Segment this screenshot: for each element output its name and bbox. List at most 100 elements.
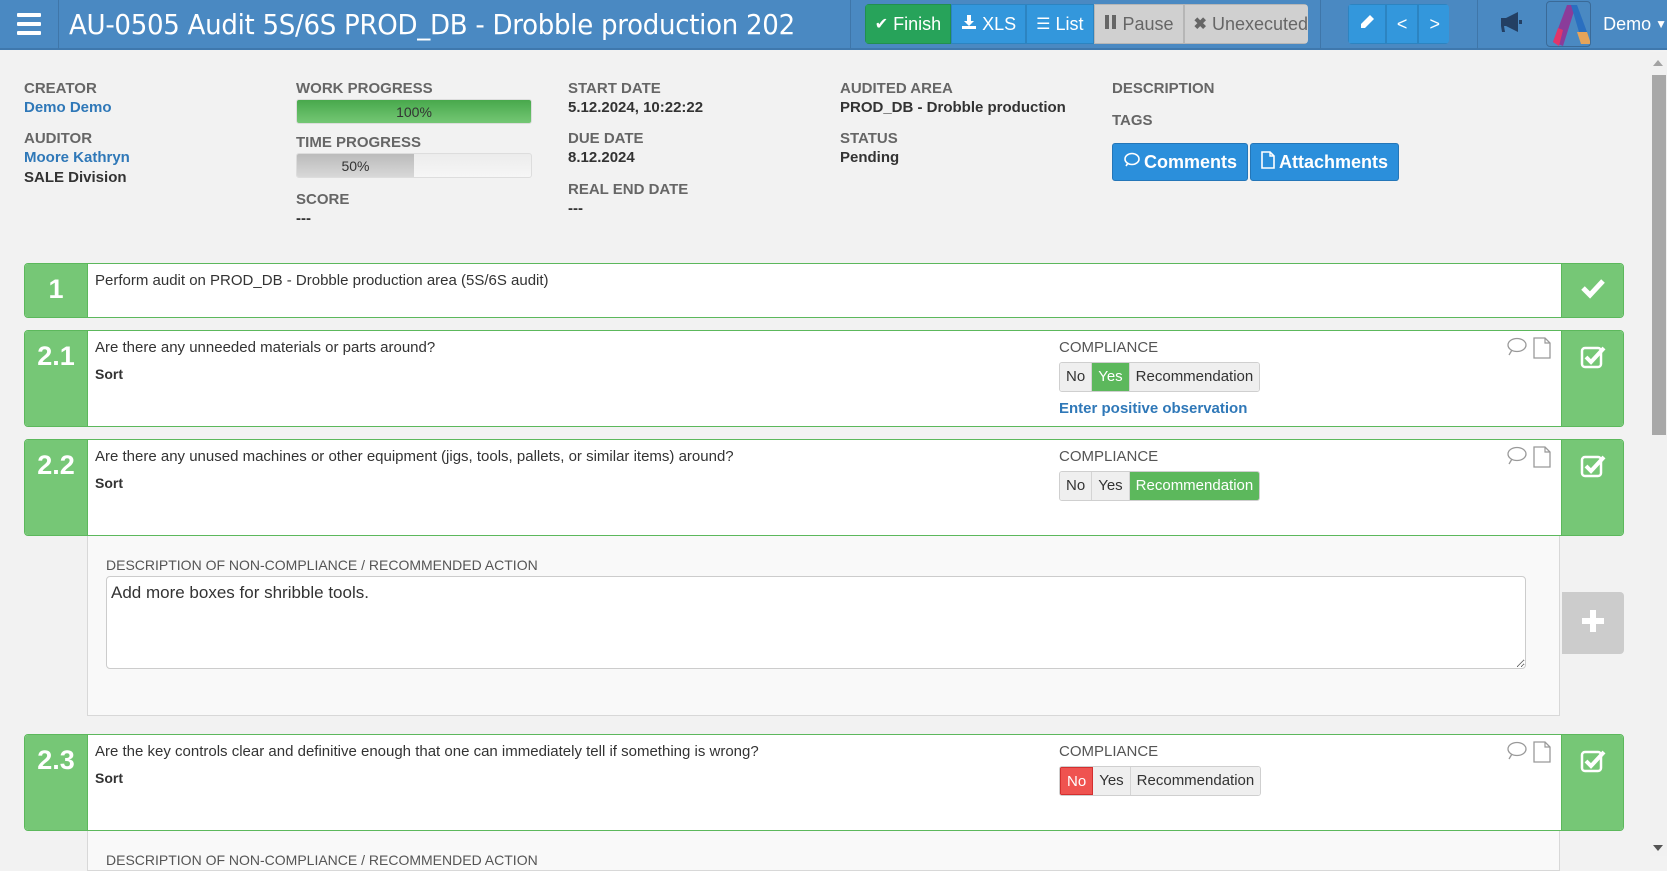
pause-icon <box>1104 14 1118 35</box>
creator-link[interactable]: Demo Demo <box>24 98 130 118</box>
real-end-date-value: --- <box>568 200 583 217</box>
option-no[interactable]: No <box>1060 472 1093 500</box>
edit-button[interactable] <box>1347 4 1386 44</box>
option-yes[interactable]: Yes <box>1093 767 1131 795</box>
file-icon[interactable] <box>1533 446 1551 473</box>
compliance-options: No Yes Recommendation <box>1059 471 1261 501</box>
task-text: Are the key controls clear and definitiv… <box>95 743 759 760</box>
non-compliance-label: DESCRIPTION OF NON-COMPLIANCE / RECOMMEN… <box>106 557 538 573</box>
option-no[interactable]: No <box>1060 363 1093 391</box>
checkbox-checked-icon <box>1580 749 1606 830</box>
option-yes[interactable]: Yes <box>1092 472 1130 500</box>
complete-toggle[interactable] <box>1561 331 1623 426</box>
attachments-button[interactable]: Attachments <box>1250 143 1400 181</box>
file-icon[interactable] <box>1533 337 1551 364</box>
next-button[interactable]: > <box>1418 4 1449 44</box>
scroll-up-arrow[interactable] <box>1653 60 1663 66</box>
task-row: 1 Perform audit on PROD_DB - Drobble pro… <box>24 263 1624 318</box>
checkbox-checked-icon <box>1580 345 1606 426</box>
tags-label: TAGS <box>1112 112 1153 129</box>
task-category: Sort <box>95 475 123 491</box>
complete-toggle[interactable] <box>1561 264 1623 317</box>
score-value: --- <box>296 210 311 227</box>
comment-icon[interactable] <box>1505 446 1527 473</box>
attachments-label: Attachments <box>1279 151 1389 172</box>
pause-button[interactable]: Pause <box>1093 4 1184 44</box>
scroll-down-arrow[interactable] <box>1653 845 1663 851</box>
start-date-value: 5.12.2024, 10:22:22 <box>568 99 704 116</box>
check-icon <box>1580 277 1606 304</box>
file-icon <box>1261 150 1275 174</box>
audit-actions: ✔ Finish XLS ☰ List Pause ✖ Unexecuted <box>864 4 1308 44</box>
unexecuted-button[interactable]: ✖ Unexecuted <box>1183 4 1308 44</box>
menu-button[interactable] <box>0 0 59 49</box>
task-category: Sort <box>95 770 123 786</box>
compliance-options: No Yes Recommendation <box>1059 766 1262 796</box>
auditor-label: AUDITOR <box>24 130 93 147</box>
task-number: 1 <box>25 264 88 317</box>
due-date-label: DUE DATE <box>568 130 644 147</box>
option-recommendation[interactable]: Recommendation <box>1129 472 1260 500</box>
previous-button[interactable]: < <box>1385 4 1419 44</box>
pause-label: Pause <box>1122 13 1174 34</box>
xls-export-button[interactable]: XLS <box>951 4 1027 44</box>
add-action-button[interactable] <box>1562 592 1624 654</box>
option-recommendation[interactable]: Recommendation <box>1129 363 1260 391</box>
pencil-icon <box>1359 14 1375 35</box>
description-label: DESCRIPTION <box>1112 80 1215 97</box>
status-value: Pending <box>840 149 900 166</box>
comment-icon <box>1123 152 1140 173</box>
time-progress-bar: 50% <box>296 153 532 178</box>
time-progress-label: TIME PROGRESS <box>296 134 422 151</box>
list-button[interactable]: ☰ List <box>1026 4 1094 44</box>
work-progress-bar: 100% <box>296 99 532 124</box>
auditor-division: SALE Division <box>24 169 127 186</box>
task-category: Sort <box>95 366 123 382</box>
x-icon: ✖ <box>1193 16 1207 33</box>
file-icon[interactable] <box>1533 741 1551 768</box>
compliance-label: COMPLIANCE <box>1059 448 1159 465</box>
compliance-label: COMPLIANCE <box>1059 743 1159 760</box>
user-menu[interactable]: Demo ▼ <box>1603 14 1667 35</box>
scrollbar[interactable] <box>1650 52 1667 856</box>
option-yes[interactable]: Yes <box>1092 363 1130 391</box>
user-name: Demo <box>1603 13 1652 34</box>
megaphone-icon <box>1499 11 1525 38</box>
option-recommendation[interactable]: Recommendation <box>1130 767 1261 795</box>
task-row: 2.2 Are there any unused machines or oth… <box>24 439 1624 536</box>
time-progress-text: 50% <box>341 158 370 174</box>
real-end-date-label: REAL END DATE <box>568 181 689 198</box>
non-compliance-panel: DESCRIPTION OF NON-COMPLIANCE / RECOMMEN… <box>87 831 1560 871</box>
task-text: Are there any unneeded materials or part… <box>95 339 436 356</box>
non-compliance-textarea[interactable] <box>106 576 1526 669</box>
divider <box>1319 0 1321 49</box>
list-label: List <box>1055 13 1084 34</box>
compliance-control: COMPLIANCE No Yes Recommendation Enter p… <box>1059 339 1261 417</box>
caret-down-icon: ▼ <box>1655 17 1667 31</box>
non-compliance-panel: DESCRIPTION OF NON-COMPLIANCE / RECOMMEN… <box>87 536 1560 716</box>
comments-button[interactable]: Comments <box>1112 143 1249 181</box>
complete-toggle[interactable] <box>1561 440 1623 535</box>
non-compliance-label: DESCRIPTION OF NON-COMPLIANCE / RECOMMEN… <box>106 852 538 868</box>
check-icon: ✔ <box>874 16 889 33</box>
scroll-thumb[interactable] <box>1652 75 1666 435</box>
xls-label: XLS <box>982 13 1017 34</box>
auditor-link[interactable]: Moore Kathryn <box>24 148 130 168</box>
audit-info: CREATOR Demo Demo AUDITOR Moore Kathryn … <box>0 50 1640 250</box>
task-row: 2.1 Are there any unneeded materials or … <box>24 330 1624 427</box>
comment-icon[interactable] <box>1505 337 1527 364</box>
finish-button[interactable]: ✔ Finish <box>864 4 952 44</box>
positive-observation-link[interactable]: Enter positive observation <box>1059 400 1260 417</box>
nav-actions: < > <box>1347 4 1449 44</box>
plus-icon <box>1582 609 1604 637</box>
announcements-button[interactable] <box>1478 0 1546 49</box>
work-progress-label: WORK PROGRESS <box>296 80 433 97</box>
comment-icon[interactable] <box>1505 741 1527 768</box>
hamburger-icon <box>16 11 41 38</box>
top-bar: AU-0505 Audit 5S/6S PROD_DB - Drobble pr… <box>0 0 1667 50</box>
company-logo <box>1546 1 1592 47</box>
option-no[interactable]: No <box>1060 767 1094 795</box>
finish-label: Finish <box>893 13 942 34</box>
complete-toggle[interactable] <box>1561 735 1623 830</box>
due-date-value: 8.12.2024 <box>568 149 635 166</box>
